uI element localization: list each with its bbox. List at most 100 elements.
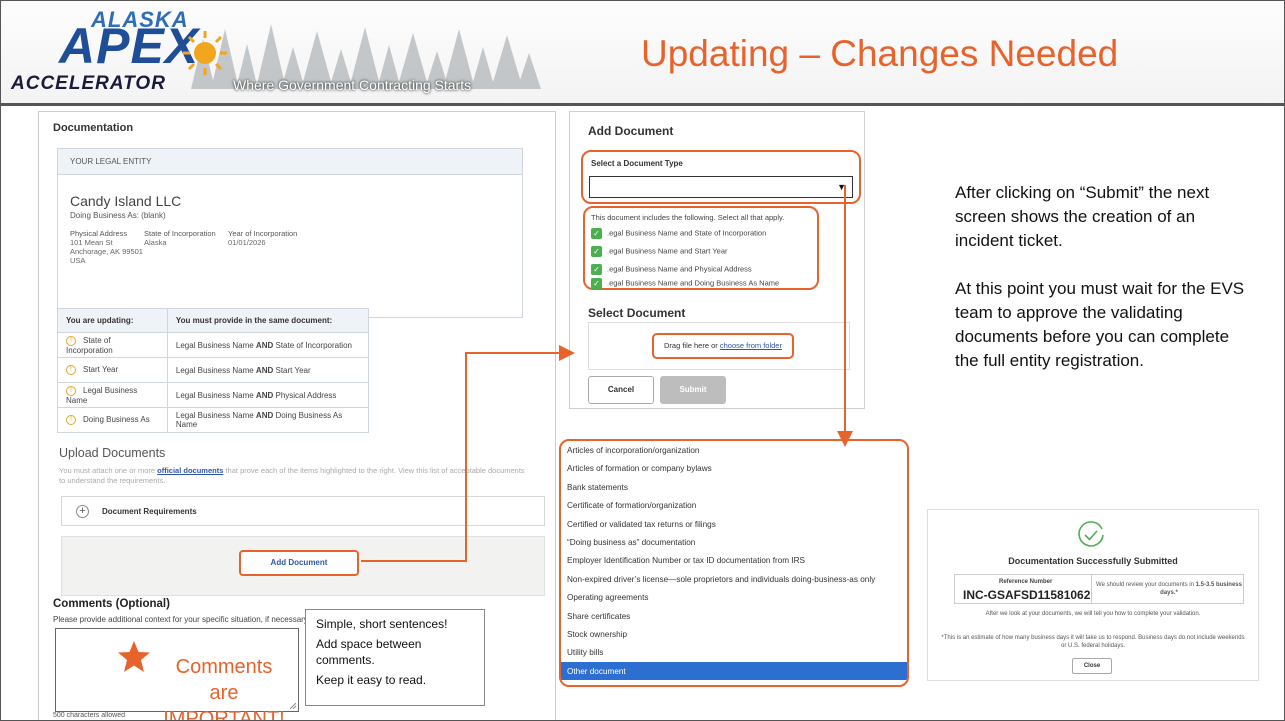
cancel-button[interactable]: Cancel — [588, 376, 654, 404]
after-text: After we look at your documents, we will… — [985, 611, 1201, 617]
checkbox-item[interactable]: ✓ .egal Business Name and Start Year — [591, 246, 728, 257]
tips-box: Simple, short sentences! Add space betwe… — [305, 609, 485, 706]
plus-icon: + — [76, 505, 89, 518]
char-limit: 500 characters allowed — [53, 712, 125, 719]
tip-text: Add space between comments. — [316, 637, 422, 667]
callout-line: IMPORTANT! — [163, 708, 285, 721]
list-item[interactable]: Certificate of formation/organization — [561, 496, 907, 514]
review-note: We should review your documents in 1.5-3… — [1095, 581, 1243, 597]
checkbox-item[interactable]: ✓ .egal Business Name and Doing Business … — [591, 278, 779, 289]
column-header: You are updating: — [57, 308, 168, 333]
requirement-and: AND — [255, 390, 274, 400]
address-line: 101 Mean St — [70, 238, 113, 247]
divider — [1091, 575, 1092, 603]
add-document-dialog: Add Document Select a Document Type ▼ Th… — [569, 111, 865, 409]
estimate-text: *This is an estimate of how many busines… — [941, 635, 1245, 649]
apex-logo: ALASKA APEX ACCELERATOR — [7, 7, 237, 97]
entity-name: Candy Island LLC — [70, 193, 182, 209]
list-item[interactable]: Articles of formation or company bylaws — [561, 459, 907, 477]
close-button[interactable]: Close — [1072, 658, 1112, 674]
reference-label: Reference Number — [999, 579, 1053, 585]
logo-accelerator-text: ACCELERATOR — [11, 73, 166, 94]
state-value: Alaska — [144, 238, 167, 247]
choose-file-highlight: Drag file here or choose from folder — [652, 333, 794, 359]
table-row: ! Doing Business As Legal Business Name A… — [57, 407, 370, 433]
list-item[interactable]: Articles of incorporation/organization — [561, 441, 907, 459]
documentation-title: Documentation — [53, 122, 134, 134]
header: ALASKA APEX ACCELERATOR Where Government… — [1, 1, 1284, 106]
document-type-list: Articles of incorporation/organization Ar… — [559, 439, 909, 687]
legal-entity-header: YOUR LEGAL ENTITY — [58, 149, 522, 175]
warning-icon: ! — [66, 385, 76, 396]
list-item[interactable]: Non-expired driver’s license—sole propri… — [561, 570, 907, 588]
add-document-button[interactable]: Add Document — [239, 550, 359, 576]
list-item[interactable]: Employer Identification Number or tax ID… — [561, 551, 907, 569]
tagline: Where Government Contracting Starts — [233, 77, 472, 93]
checkbox-item[interactable]: ✓ .egal Business Name and Physical Addres… — [591, 264, 752, 275]
logo-apex-text: APEX — [59, 18, 200, 74]
document-requirements-accordion[interactable]: + Document Requirements — [61, 496, 545, 526]
tip-text: Keep it easy to read. — [316, 673, 427, 687]
table-cell: ! Start Year — [57, 357, 168, 383]
legal-entity-card: YOUR LEGAL ENTITY Candy Island LLC Doing… — [57, 148, 523, 318]
checkbox-checked-icon: ✓ — [591, 264, 602, 275]
list-item[interactable]: “Doing business as” documentation — [561, 533, 907, 551]
reference-box: Reference Number INC-GSAFSD11581062 We s… — [954, 574, 1244, 604]
slide: ALASKA APEX ACCELERATOR Where Government… — [0, 0, 1285, 721]
reference-number: INC-GSAFSD11581062 — [963, 588, 1091, 602]
year-block: Year of Incorporation 01/01/2026 — [228, 229, 297, 247]
table-header-row: You are updating: You must provide in th… — [57, 308, 370, 333]
table-row: ! Start Year Legal Business Name AND Star… — [57, 357, 370, 383]
add-document-title: Add Document — [588, 124, 674, 138]
header-divider — [1, 103, 1284, 106]
requirement-and: AND — [255, 340, 274, 350]
document-requirements-label: Document Requirements — [102, 507, 197, 516]
official-documents-link[interactable]: official documents — [157, 466, 223, 475]
success-dialog: Documentation Successfully Submitted Ref… — [927, 509, 1259, 681]
checkbox-label: .egal Business Name and State of Incorpo… — [607, 228, 767, 238]
list-item[interactable]: Certified or validated tax returns or fi… — [561, 515, 907, 533]
explanation-paragraph: At this point you must wait for the EVS … — [955, 279, 1245, 370]
update-item: Legal Business Name — [66, 385, 138, 405]
state-label: State of Incorporation — [144, 229, 216, 238]
upload-description: You must attach one or more official doc… — [59, 466, 529, 486]
page-title: Updating – Changes Needed — [641, 33, 1119, 74]
document-type-label: Select a Document Type — [591, 159, 683, 168]
document-type-select[interactable]: ▼ — [589, 176, 853, 198]
warning-icon: ! — [66, 415, 76, 425]
year-label: Year of Incorporation — [228, 229, 298, 238]
requirement-text: Legal Business Name — [175, 411, 256, 420]
document-includes-checklist: This document includes the following. Se… — [583, 206, 819, 290]
table-cell: Legal Business Name AND Doing Business A… — [166, 407, 370, 433]
check-circle-icon — [1078, 521, 1104, 547]
requirement-text: Legal Business Name — [175, 365, 256, 375]
list-item[interactable]: Other document — [561, 661, 907, 681]
explanation-text: After clicking on “Submit” the next scre… — [955, 181, 1245, 397]
review-note-text: We should review your documents in — [1096, 582, 1196, 588]
list-item[interactable]: Stock ownership — [561, 625, 907, 643]
list-item[interactable]: Share certificates — [561, 607, 907, 625]
checklist-title: This document includes the following. Se… — [591, 213, 785, 222]
address-block: Physical Address 101 Mean St Anchorage, … — [70, 229, 143, 265]
explanation-paragraph: After clicking on “Submit” the next scre… — [955, 183, 1210, 250]
address-label: Physical Address — [70, 229, 128, 238]
address-line: Anchorage, AK 99501 — [70, 247, 143, 256]
list-item[interactable]: Utility bills — [561, 643, 907, 661]
success-title: Documentation Successfully Submitted — [1008, 556, 1178, 566]
choose-from-folder-link[interactable]: choose from folder — [720, 341, 782, 350]
list-item[interactable]: Operating agreements — [561, 588, 907, 606]
drop-text: Drag file here or — [664, 341, 720, 350]
document-type-highlight: Select a Document Type ▼ — [581, 150, 861, 204]
state-block: State of Incorporation Alaska — [144, 229, 216, 247]
entity-dba: Doing Business As: (blank) — [70, 211, 166, 220]
list-item[interactable]: Bank statements — [561, 478, 907, 496]
update-requirements-table: You are updating: You must provide in th… — [57, 308, 370, 433]
table-cell: Legal Business Name AND State of Incorpo… — [166, 332, 370, 358]
star-icon — [118, 641, 150, 672]
requirement-text: Legal Business Name — [175, 340, 256, 350]
table-cell: ! Doing Business As — [57, 407, 168, 433]
comments-description: Please provide additional context for yo… — [53, 615, 310, 624]
warning-icon: ! — [66, 365, 76, 375]
checkbox-item[interactable]: ✓ .egal Business Name and State of Incorp… — [591, 228, 766, 239]
submit-button[interactable]: Submit — [660, 376, 726, 404]
